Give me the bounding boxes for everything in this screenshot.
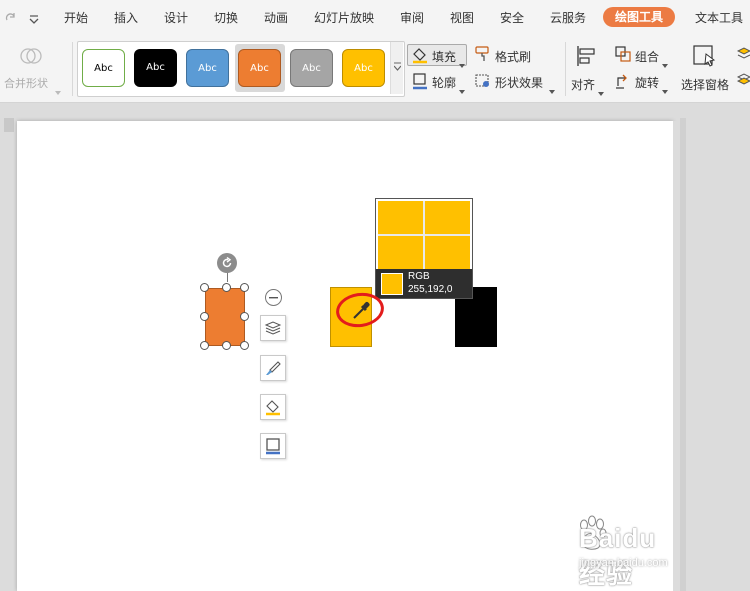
style-preset-black[interactable]: Abc	[134, 49, 177, 87]
resize-handle-bottom-left[interactable]	[200, 341, 209, 350]
style-preset-orange[interactable]: Abc	[238, 49, 281, 87]
send-backward-icon[interactable]	[736, 72, 750, 92]
collapse-toolbar-button[interactable]	[265, 289, 282, 306]
resize-handle-top-left[interactable]	[200, 283, 209, 292]
menu-animation[interactable]: 动画	[264, 0, 288, 36]
style-preset-gold[interactable]: Abc	[342, 49, 385, 87]
watermark-url: jingyan.baidu.com	[579, 557, 668, 569]
group-dropdown-icon[interactable]	[662, 53, 668, 72]
color-mode-label: RGB	[408, 271, 430, 282]
layers-icon	[264, 321, 282, 335]
align-icon	[574, 44, 598, 72]
rotate-dropdown-icon[interactable]	[662, 79, 668, 98]
menu-view[interactable]: 视图	[450, 0, 474, 36]
fill-bucket-icon	[266, 400, 280, 416]
format-painter-icon	[474, 45, 492, 67]
menu-cloud-service[interactable]: 云服务	[550, 0, 586, 36]
fill-dropdown-icon[interactable]	[459, 53, 465, 72]
shape-outline-button[interactable]	[260, 433, 286, 459]
style-preset-gray[interactable]: Abc	[290, 49, 333, 87]
orange-rectangle-shape[interactable]	[205, 288, 245, 346]
rgb-value-readout: 255,192,0	[408, 284, 453, 295]
group-button[interactable]: 组合	[635, 48, 659, 65]
bring-forward-icon[interactable]	[736, 46, 750, 66]
menu-transition[interactable]: 切换	[214, 0, 238, 36]
style-preset-blue[interactable]: Abc	[186, 49, 229, 87]
menu-home[interactable]: 开始	[64, 0, 88, 36]
resize-handle-top[interactable]	[222, 283, 231, 292]
resize-handle-bottom[interactable]	[222, 341, 231, 350]
menu-security[interactable]: 安全	[500, 0, 524, 36]
shape-effects-icon	[474, 72, 492, 94]
shape-effects-button[interactable]: 形状效果	[495, 74, 543, 91]
rotate-icon	[614, 72, 632, 94]
align-button[interactable]: 对齐	[571, 76, 595, 93]
shape-style-button[interactable]	[260, 355, 286, 381]
rotate-button[interactable]: 旋转	[635, 74, 659, 91]
selection-pane-icon	[692, 44, 718, 72]
outline-pen-icon	[411, 72, 429, 94]
ribbon-toolbar: 合并形状 Abc Abc Abc Abc Abc Abc 填充 轮廓 格式刷 形…	[0, 36, 750, 110]
menu-text-tools[interactable]: 文本工具	[695, 0, 743, 36]
chevron-down-icon	[394, 62, 401, 71]
fill-bucket-icon	[411, 46, 429, 68]
outline-dropdown-icon[interactable]	[459, 79, 465, 98]
menu-insert[interactable]: 插入	[114, 0, 138, 36]
redo-icon[interactable]	[4, 10, 18, 29]
shape-layers-button[interactable]	[260, 315, 286, 341]
divider	[565, 42, 566, 96]
style-preset-white[interactable]: Abc	[82, 49, 125, 87]
eyedropper-magnifier: RGB 255,192,0	[375, 198, 473, 299]
menu-bar: 开始 插入 设计 切换 动画 幻灯片放映 审阅 视图 安全 云服务 绘图工具 文…	[0, 0, 750, 36]
outline-button[interactable]: 轮廓	[432, 74, 456, 91]
format-painter-button[interactable]: 格式刷	[495, 48, 531, 65]
resize-handle-bottom-right[interactable]	[240, 341, 249, 350]
minus-icon	[269, 297, 278, 299]
menu-review[interactable]: 审阅	[400, 0, 424, 36]
magnifier-crosshair-horizontal	[378, 234, 470, 236]
merge-shape-button[interactable]: 合并形状	[4, 75, 48, 91]
outline-icon	[266, 438, 280, 455]
menu-drawing-tools[interactable]: 绘图工具	[603, 7, 676, 27]
menu-design[interactable]: 设计	[164, 0, 188, 36]
quick-access-dropdown-icon[interactable]	[29, 11, 39, 30]
brush-icon	[266, 361, 281, 375]
picked-color-swatch	[381, 273, 403, 295]
rotate-handle-icon[interactable]	[217, 253, 237, 273]
menu-slideshow[interactable]: 幻灯片放映	[314, 0, 374, 36]
shape-fill-button[interactable]	[260, 394, 286, 420]
group-icon	[614, 45, 632, 67]
fill-label: 填充	[432, 50, 457, 64]
merge-shape-icon	[19, 44, 43, 72]
align-dropdown-icon[interactable]	[598, 81, 604, 100]
resize-handle-right[interactable]	[240, 312, 249, 321]
divider	[72, 42, 73, 96]
merge-shape-dropdown-icon[interactable]	[55, 80, 61, 99]
resize-handle-left[interactable]	[200, 312, 209, 321]
left-panel-edge	[4, 118, 14, 132]
shape-effects-dropdown-icon[interactable]	[549, 79, 555, 98]
resize-handle-top-right[interactable]	[240, 283, 249, 292]
slide-canvas[interactable]: RGB 255,192,0 Baidu经验 jingyan.baidu.com	[17, 121, 673, 591]
selection-pane-button[interactable]: 选择窗格	[681, 76, 729, 93]
gallery-more-button[interactable]	[390, 42, 403, 94]
vertical-scrollbar-track[interactable]	[680, 118, 686, 591]
